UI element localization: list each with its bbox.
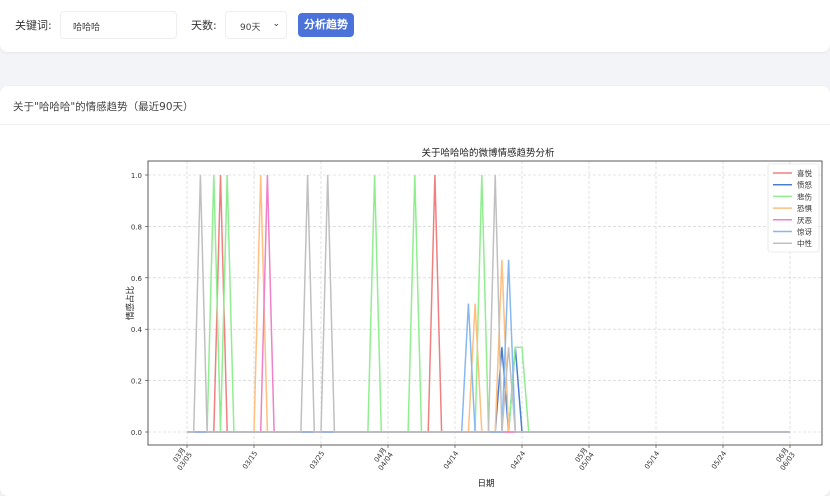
x-tick-label: 04/24 xyxy=(509,449,527,471)
series-line-厌恶 xyxy=(187,174,790,433)
x-tick-label-group: 03/15 xyxy=(241,450,259,471)
x-tick-label: 05/24 xyxy=(710,449,728,471)
y-tick-label: 0.8 xyxy=(131,223,142,231)
legend-label: 厌恶 xyxy=(797,216,812,225)
chart-title: 关于哈哈哈的微博情感趋势分析 xyxy=(421,147,555,159)
y-tick-label: 0.6 xyxy=(131,275,143,283)
series-line-喜悦 xyxy=(187,174,790,433)
x-tick-label: 03/25 xyxy=(308,450,326,471)
x-tick-label-group: 04月04/04 xyxy=(373,446,396,472)
x-tick-label: 03/15 xyxy=(241,450,259,471)
legend-label: 惊讶 xyxy=(797,227,812,237)
x-tick-label-group: 03/25 xyxy=(308,450,326,471)
x-tick-label-group: 05/14 xyxy=(643,449,661,471)
x-tick-label: 05/14 xyxy=(643,449,661,471)
y-tick-label: 0.0 xyxy=(131,429,142,437)
x-tick-label-group: 04/24 xyxy=(509,449,527,471)
series-line-恐惧 xyxy=(187,174,790,433)
x-tick-label-group: 03月03/05 xyxy=(172,446,194,472)
legend-label: 喜悦 xyxy=(797,168,812,178)
y-tick-label: 0.2 xyxy=(131,378,142,386)
x-axis-label: 日期 xyxy=(477,479,494,489)
x-tick-label-group: 05月05/04 xyxy=(574,446,597,472)
series-line-中性 xyxy=(187,174,790,433)
x-tick-label-group: 05/24 xyxy=(710,449,728,471)
legend-label: 恐惧 xyxy=(797,203,812,213)
series-line-悲伤 xyxy=(187,174,790,433)
y-tick-label: 1.0 xyxy=(131,172,142,180)
x-tick-label-group: 04/14 xyxy=(442,449,460,471)
legend-label: 愤怒 xyxy=(797,180,812,190)
legend-label: 中性 xyxy=(797,238,812,248)
y-axis-label: 情感占比 xyxy=(125,286,136,320)
legend-label: 悲伤 xyxy=(797,191,812,201)
y-tick-label: 0.4 xyxy=(131,326,143,334)
sentiment-trend-chart: 关于哈哈哈的微博情感趋势分析 日期 情感占比 0.0 0.2 0.4 0.6 0.8 1.… xyxy=(125,147,823,489)
x-tick-label-group: 06月06/03 xyxy=(775,446,797,472)
x-tick-label: 04/14 xyxy=(442,449,460,471)
